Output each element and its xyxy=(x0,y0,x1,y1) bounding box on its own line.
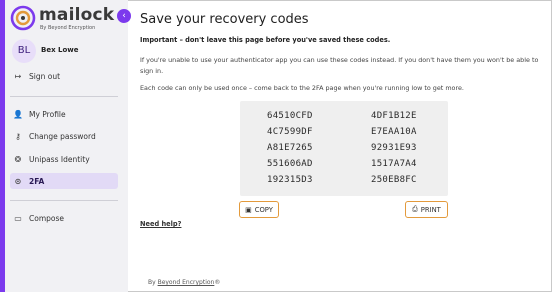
recovery-code: A81E7265 xyxy=(267,143,313,153)
sidebar-item-2fa[interactable]: ⊙ 2FA xyxy=(10,173,118,189)
logo-subtitle: By Beyond Encryption xyxy=(40,25,96,31)
page-title: Save your recovery codes xyxy=(140,12,309,27)
collapse-sidebar-button[interactable]: ‹ xyxy=(117,9,131,23)
avatar[interactable]: BL xyxy=(12,39,36,63)
recovery-code: 64510CFD xyxy=(267,111,313,121)
key-icon: ⚷ xyxy=(15,131,21,141)
compose-icon: ▭ xyxy=(14,213,22,223)
usage-paragraph: Each code can only be used once – come b… xyxy=(140,84,464,92)
printer-icon: ⎙ xyxy=(412,205,418,213)
print-button[interactable]: ⎙ PRINT xyxy=(405,201,448,218)
recovery-code: 551606AD xyxy=(267,159,313,169)
sidebar-accent-bar xyxy=(0,0,5,292)
recovery-code: 4DF1B12E xyxy=(371,111,417,121)
compose-label: Compose xyxy=(29,213,65,223)
sidebar-divider xyxy=(10,200,118,201)
recovery-code: 4C7599DF xyxy=(267,127,313,137)
location-pin-icon: ⊙ xyxy=(14,176,22,186)
footer: By Beyond Encryption® xyxy=(148,279,220,286)
recovery-code: E7EAA10A xyxy=(371,127,417,137)
sign-out-label: Sign out xyxy=(29,71,61,81)
sidebar-item-label: My Profile xyxy=(29,109,66,119)
footer-prefix: By xyxy=(148,279,158,286)
sign-out-icon: ↦ xyxy=(14,71,22,81)
mailock-logo-icon xyxy=(10,5,36,31)
print-button-label: PRINT xyxy=(420,205,441,214)
sidebar-item-label: Unipass Identity xyxy=(29,154,90,164)
chevron-left-icon: ‹ xyxy=(122,11,126,21)
clipboard-icon: ▣ xyxy=(245,205,252,214)
app-logo: mailock By Beyond Encryption xyxy=(10,4,125,34)
main-content: Save your recovery codes Important – don… xyxy=(140,0,550,292)
sidebar-item-change-password[interactable]: ⚷ Change password xyxy=(12,128,118,144)
copy-button-label: COPY xyxy=(254,205,273,214)
sidebar-item-unipass-identity[interactable]: ❂ Unipass Identity xyxy=(12,151,118,167)
footer-suffix: ® xyxy=(214,279,221,286)
info-paragraph: If you're unable to use your authenticat… xyxy=(140,56,539,75)
sign-out-button[interactable]: ↦ Sign out xyxy=(12,68,118,84)
sidebar-divider xyxy=(10,96,118,97)
person-icon: 👤 xyxy=(13,109,23,119)
recovery-code: 250EB8FC xyxy=(371,175,417,185)
recovery-code: 1517A7A4 xyxy=(371,159,417,169)
sidebar-item-label: 2FA xyxy=(29,176,45,186)
logo-wordmark: mailock xyxy=(39,5,115,25)
footer-brand-link[interactable]: Beyond Encryption xyxy=(158,279,215,286)
user-name: Bex Lowe xyxy=(41,46,79,54)
need-help-link[interactable]: Need help? xyxy=(140,220,181,228)
sidebar-item-label: Change password xyxy=(29,131,96,141)
sidebar-item-my-profile[interactable]: 👤 My Profile xyxy=(12,106,118,122)
sidebar: mailock By Beyond Encryption BL Bex Lowe… xyxy=(0,0,128,292)
recovery-code: 92931E93 xyxy=(371,143,417,153)
compose-button[interactable]: ▭ Compose xyxy=(12,210,118,226)
shield-icon: ❂ xyxy=(14,154,22,164)
recovery-codes-box: 64510CFD 4DF1B12E 4C7599DF E7EAA10A A81E… xyxy=(240,101,448,196)
recovery-code: 192315D3 xyxy=(267,175,313,185)
copy-button[interactable]: ▣ COPY xyxy=(239,201,279,218)
important-notice: Important – don't leave this page before… xyxy=(140,36,391,44)
